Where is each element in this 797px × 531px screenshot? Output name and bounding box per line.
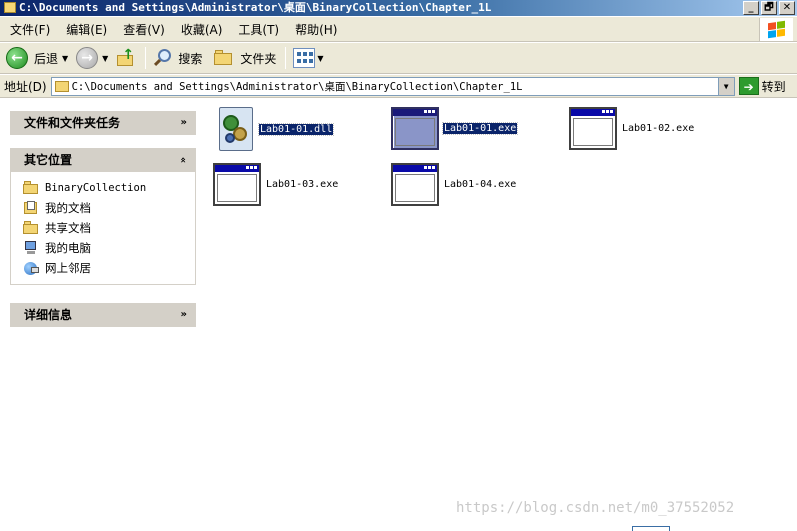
place-shared-documents[interactable]: 共享文档 <box>23 218 195 238</box>
forward-button[interactable]: → ▼ <box>73 45 111 71</box>
place-label: 我的文档 <box>45 201 91 215</box>
file-name: Lab01-01.dll <box>257 122 335 136</box>
file-name: Lab01-03.exe <box>266 179 339 190</box>
menu-edit[interactable]: 编辑(E) <box>60 21 113 38</box>
windows-flag-icon <box>768 20 785 39</box>
toolbar-separator <box>285 47 287 69</box>
file-tasks-header[interactable]: 文件和文件夹任务 » <box>10 111 196 135</box>
folder-icon <box>23 181 39 195</box>
collapse-chevron-icon[interactable]: » <box>172 157 196 163</box>
go-button[interactable]: ➔ 转到 <box>738 77 786 95</box>
back-arrow-icon: ← <box>6 47 28 69</box>
place-my-documents[interactable]: 我的文档 <box>23 198 195 218</box>
place-label: 我的电脑 <box>45 241 91 255</box>
window-title: C:\Documents and Settings\Administrator\… <box>19 1 492 14</box>
forward-arrow-icon: → <box>76 47 99 69</box>
menu-file[interactable]: 文件(F) <box>4 21 56 38</box>
menu-view[interactable]: 查看(V) <box>117 21 171 38</box>
go-arrow-icon: ➔ <box>738 77 759 95</box>
file-item[interactable]: Lab01-04.exe <box>391 163 517 206</box>
taskbar-edge <box>632 526 670 531</box>
my-computer-icon <box>23 241 39 255</box>
file-item[interactable]: Lab01-03.exe <box>213 163 339 206</box>
chevron-down-icon[interactable]: ▼ <box>62 54 68 63</box>
chevron-down-icon[interactable]: ▼ <box>317 54 323 63</box>
exe-file-icon <box>569 107 617 150</box>
address-value: C:\Documents and Settings\Administrator\… <box>71 80 523 93</box>
toolbar: ← 后退 ▼ → ▼ ↑ 搜索 文件夹 ▼ <box>0 43 797 74</box>
other-places-panel: 其它位置 » BinaryCollection 我的文档 共享文档 我的电脑 网… <box>10 148 196 285</box>
file-tasks-panel: 文件和文件夹任务 » <box>10 111 196 135</box>
file-name: Lab01-02.exe <box>622 123 695 134</box>
my-documents-icon <box>23 201 39 215</box>
views-icon <box>293 48 316 68</box>
place-label: BinaryCollection <box>45 182 147 194</box>
title-bar[interactable]: C:\Documents and Settings\Administrator\… <box>0 0 797 16</box>
place-label: 网上邻居 <box>45 261 91 275</box>
file-item[interactable]: Lab01-01.dll <box>217 107 335 151</box>
folder-icon <box>214 50 234 66</box>
other-places-list: BinaryCollection 我的文档 共享文档 我的电脑 网上邻居 <box>10 172 196 285</box>
exe-file-icon <box>391 163 439 206</box>
search-button[interactable]: 搜索 <box>150 45 205 71</box>
up-button[interactable]: ↑ <box>113 45 139 71</box>
back-button[interactable]: ← 后退 ▼ <box>3 45 71 71</box>
place-label: 共享文档 <box>45 221 91 235</box>
window-controls: _ 🗗 ✕ <box>743 1 795 15</box>
file-item[interactable]: Lab01-01.exe <box>391 107 519 150</box>
other-places-title: 其它位置 <box>24 153 73 167</box>
windows-logo <box>759 18 793 41</box>
dll-file-icon <box>217 107 255 151</box>
folders-button[interactable]: 文件夹 <box>211 45 279 71</box>
file-view[interactable]: Lab01-01.dll Lab01-01.exe Lab01-02.exe L… <box>205 99 797 531</box>
file-item[interactable]: Lab01-02.exe <box>569 107 695 150</box>
place-my-computer[interactable]: 我的电脑 <box>23 238 195 258</box>
details-title: 详细信息 <box>24 308 73 322</box>
go-label: 转到 <box>761 79 786 94</box>
chevron-down-icon[interactable]: ▼ <box>102 54 108 63</box>
folder-icon <box>23 221 39 235</box>
other-places-header[interactable]: 其它位置 » <box>10 148 196 172</box>
menu-tools[interactable]: 工具(T) <box>232 21 285 38</box>
views-button[interactable]: ▼ <box>290 45 326 71</box>
address-dropdown-button[interactable]: ▼ <box>717 77 734 95</box>
search-icon <box>153 48 173 68</box>
file-name: Lab01-04.exe <box>444 179 517 190</box>
address-label: 地址(D) <box>4 79 47 94</box>
restore-button[interactable]: 🗗 <box>761 1 777 15</box>
folders-label: 文件夹 <box>240 51 277 66</box>
exe-file-icon <box>391 107 439 150</box>
file-name: Lab01-01.exe <box>441 122 519 135</box>
minimize-button[interactable]: _ <box>743 1 759 15</box>
folder-icon <box>54 80 69 92</box>
menu-bar: 文件(F) 编辑(E) 查看(V) 收藏(A) 工具(T) 帮助(H) <box>0 17 797 42</box>
address-input[interactable]: C:\Documents and Settings\Administrator\… <box>50 76 735 96</box>
watermark: https://blog.csdn.net/m0_37552052 <box>456 500 735 516</box>
back-label: 后退 <box>34 51 59 66</box>
folder-icon <box>4 2 16 13</box>
menu-help[interactable]: 帮助(H) <box>289 21 343 38</box>
address-bar: 地址(D) C:\Documents and Settings\Administ… <box>0 75 797 98</box>
toolbar-separator <box>145 47 147 69</box>
task-pane: 文件和文件夹任务 » 其它位置 » BinaryCollection 我的文档 … <box>0 99 205 531</box>
expand-chevron-icon[interactable]: » <box>181 111 187 135</box>
exe-file-icon <box>213 163 261 206</box>
place-binarycollection[interactable]: BinaryCollection <box>23 178 195 198</box>
file-tasks-title: 文件和文件夹任务 <box>24 116 121 130</box>
menu-favorites[interactable]: 收藏(A) <box>175 21 229 38</box>
place-network[interactable]: 网上邻居 <box>23 258 195 278</box>
details-panel: 详细信息 » <box>10 303 196 327</box>
close-button[interactable]: ✕ <box>779 1 795 15</box>
details-header[interactable]: 详细信息 » <box>10 303 196 327</box>
network-icon <box>23 261 39 275</box>
search-label: 搜索 <box>178 51 203 66</box>
folder-up-icon: ↑ <box>116 48 136 68</box>
expand-chevron-icon[interactable]: » <box>181 303 187 327</box>
